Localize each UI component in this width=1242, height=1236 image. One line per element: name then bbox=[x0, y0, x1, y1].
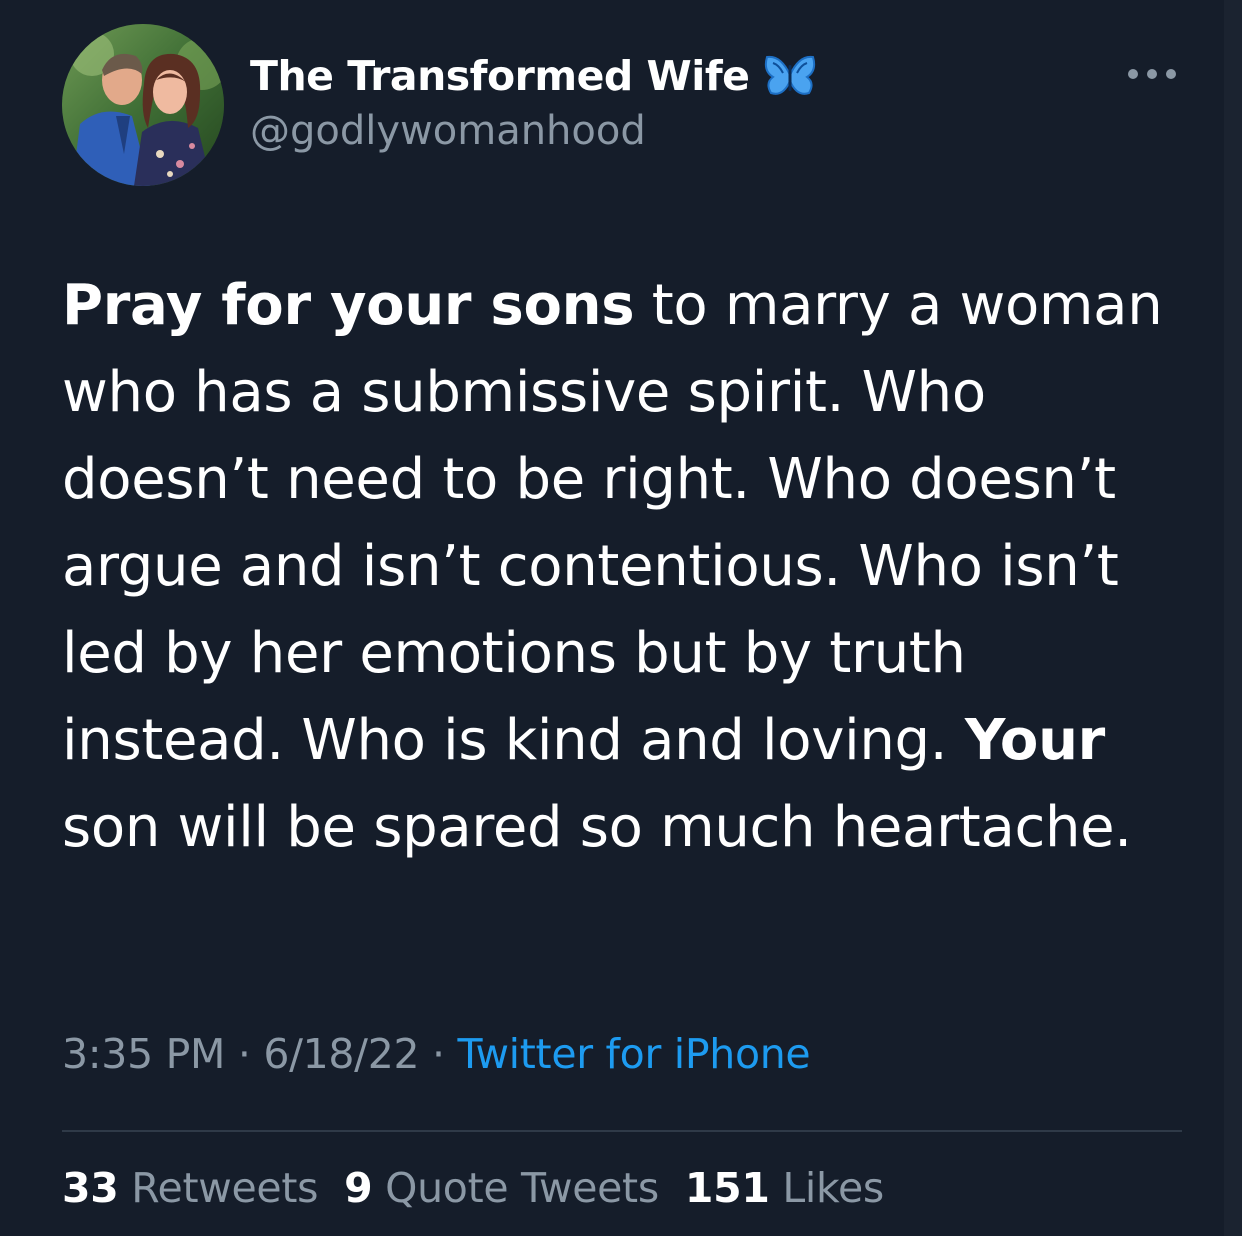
quote-tweets-count: 9 bbox=[344, 1164, 373, 1212]
tweet-metadata: 3:35 PM · 6/18/22 · Twitter for iPhone bbox=[62, 1030, 811, 1078]
retweets-count: 33 bbox=[62, 1164, 119, 1212]
tweet-card: The Transformed Wife @godlywomanhood Pra… bbox=[0, 0, 1242, 1236]
avatar[interactable] bbox=[62, 24, 224, 186]
likes-stat[interactable]: 151 Likes bbox=[685, 1164, 884, 1212]
tweet-text-bold: Pray for your sons bbox=[62, 273, 635, 338]
quote-tweets-label: Quote Tweets bbox=[385, 1164, 659, 1212]
separator: · bbox=[432, 1030, 445, 1078]
display-name[interactable]: The Transformed Wife bbox=[250, 52, 750, 100]
tweet-time[interactable]: 3:35 PM bbox=[62, 1030, 225, 1078]
likes-count: 151 bbox=[684, 1164, 770, 1212]
more-dot bbox=[1166, 69, 1176, 79]
retweets-stat[interactable]: 33 Retweets bbox=[62, 1164, 318, 1212]
tweet-text-bold: Your bbox=[964, 708, 1105, 773]
display-name-row: The Transformed Wife bbox=[250, 50, 817, 102]
divider bbox=[62, 1130, 1182, 1132]
tweet-header: The Transformed Wife @godlywomanhood bbox=[62, 24, 1182, 190]
likes-label: Likes bbox=[782, 1164, 884, 1212]
window-edge bbox=[1224, 0, 1242, 1236]
retweets-label: Retweets bbox=[131, 1164, 319, 1212]
tweet-text-regular: to marry a woman who has a submissive sp… bbox=[62, 273, 1163, 773]
more-options-icon[interactable] bbox=[1128, 64, 1176, 84]
tweet-text-regular: son will be spared so much heartache. bbox=[62, 795, 1132, 860]
tweet-date[interactable]: 6/18/22 bbox=[263, 1030, 419, 1078]
author-handle[interactable]: @godlywomanhood bbox=[250, 108, 817, 154]
butterfly-emoji-icon bbox=[763, 53, 817, 99]
author-names: The Transformed Wife @godlywomanhood bbox=[250, 50, 817, 154]
more-dot bbox=[1147, 69, 1157, 79]
separator: · bbox=[237, 1030, 251, 1078]
tweet-stats: 33 Retweets 9 Quote Tweets 151 Likes bbox=[62, 1164, 884, 1212]
more-dot bbox=[1128, 69, 1138, 79]
tweet-text: Pray for your sons to marry a woman who … bbox=[62, 262, 1202, 871]
quote-tweets-stat[interactable]: 9 Quote Tweets bbox=[344, 1164, 659, 1212]
tweet-source-link[interactable]: Twitter for iPhone bbox=[457, 1030, 810, 1078]
